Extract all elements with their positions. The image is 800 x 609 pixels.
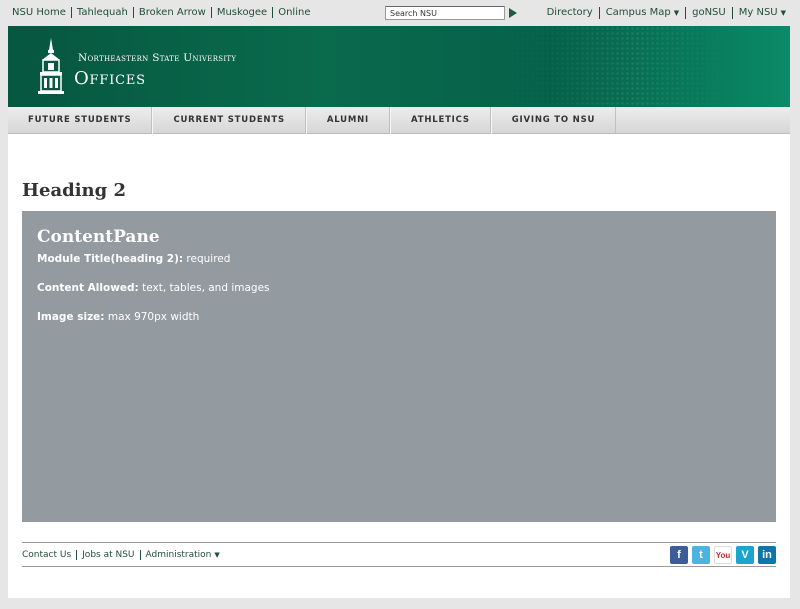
pane-row: Module Title(heading 2): required: [37, 253, 761, 265]
social-icons: f t You V in: [670, 546, 776, 564]
link-muskogee[interactable]: Muskogee: [210, 7, 272, 18]
site-title[interactable]: Offices: [74, 68, 146, 89]
site-banner: Northeastern State University Offices: [8, 26, 790, 107]
quick-links: Directory Campus Map ▼ goNSU My NSU ▼: [541, 7, 792, 19]
link-contact-us[interactable]: Contact Us: [22, 550, 76, 560]
link-campus-map[interactable]: Campus Map ▼: [598, 7, 685, 19]
nav-giving-to-nsu[interactable]: GIVING TO NSU: [490, 107, 617, 134]
nav-athletics[interactable]: ATHLETICS: [390, 107, 491, 134]
chevron-down-icon: ▼: [214, 551, 220, 559]
gonsu-label: goNSU: [692, 7, 726, 18]
university-name: Northeastern State University: [78, 52, 237, 64]
administration-label: Administration: [145, 550, 212, 560]
main-nav: FUTURE STUDENTS CURRENT STUDENTS ALUMNI …: [8, 107, 790, 134]
search-input[interactable]: Search NSU: [385, 6, 505, 20]
nav-current-students[interactable]: CURRENT STUDENTS: [152, 107, 306, 134]
my-nsu-label: My NSU: [738, 7, 778, 18]
twitter-icon[interactable]: t: [692, 546, 710, 564]
link-gonsu[interactable]: goNSU: [685, 7, 732, 19]
page-heading: Heading 2: [22, 180, 127, 201]
vimeo-icon[interactable]: V: [736, 546, 754, 564]
link-online[interactable]: Online: [272, 7, 315, 18]
pane-row: Content Allowed: text, tables, and image…: [37, 282, 761, 294]
banner-pattern: [500, 26, 730, 107]
link-tahlequah[interactable]: Tahlequah: [70, 7, 133, 18]
page-content: Heading 2 ContentPane Module Title(headi…: [8, 134, 790, 598]
seminary-hall-logo-icon[interactable]: [36, 36, 66, 96]
campus-links: NSU Home Tahlequah Broken Arrow Muskogee…: [8, 7, 315, 18]
footer: Contact Us Jobs at NSU Administration ▼ f…: [22, 542, 776, 567]
utility-bar: NSU Home Tahlequah Broken Arrow Muskogee…: [0, 0, 800, 26]
row-label: Content Allowed:: [37, 282, 139, 294]
link-jobs[interactable]: Jobs at NSU: [76, 550, 139, 560]
chevron-down-icon: ▼: [780, 9, 786, 17]
pane-title: ContentPane: [37, 227, 160, 247]
nav-alumni[interactable]: ALUMNI: [305, 107, 391, 134]
facebook-icon[interactable]: f: [670, 546, 688, 564]
youtube-icon[interactable]: You: [714, 546, 732, 564]
row-label: Module Title(heading 2):: [37, 253, 184, 265]
search-go-icon[interactable]: [509, 8, 517, 18]
link-my-nsu[interactable]: My NSU ▼: [731, 7, 792, 19]
directory-label: Directory: [546, 7, 593, 18]
campus-map-label: Campus Map: [605, 7, 671, 18]
linkedin-icon[interactable]: in: [758, 546, 776, 564]
row-value: required: [186, 253, 231, 265]
row-label: Image size:: [37, 311, 105, 323]
chevron-down-icon: ▼: [673, 9, 680, 17]
link-nsu-home[interactable]: NSU Home: [8, 7, 71, 18]
pane-row: Image size: max 970px width: [37, 311, 761, 323]
link-directory[interactable]: Directory: [541, 7, 599, 19]
link-broken-arrow[interactable]: Broken Arrow: [132, 7, 211, 18]
content-pane: ContentPane Module Title(heading 2): req…: [22, 211, 776, 522]
row-value: text, tables, and images: [142, 282, 270, 294]
footer-links: Contact Us Jobs at NSU Administration ▼: [22, 550, 225, 560]
row-value: max 970px width: [107, 311, 200, 323]
link-administration[interactable]: Administration ▼: [139, 550, 225, 560]
nav-future-students[interactable]: FUTURE STUDENTS: [8, 107, 153, 134]
